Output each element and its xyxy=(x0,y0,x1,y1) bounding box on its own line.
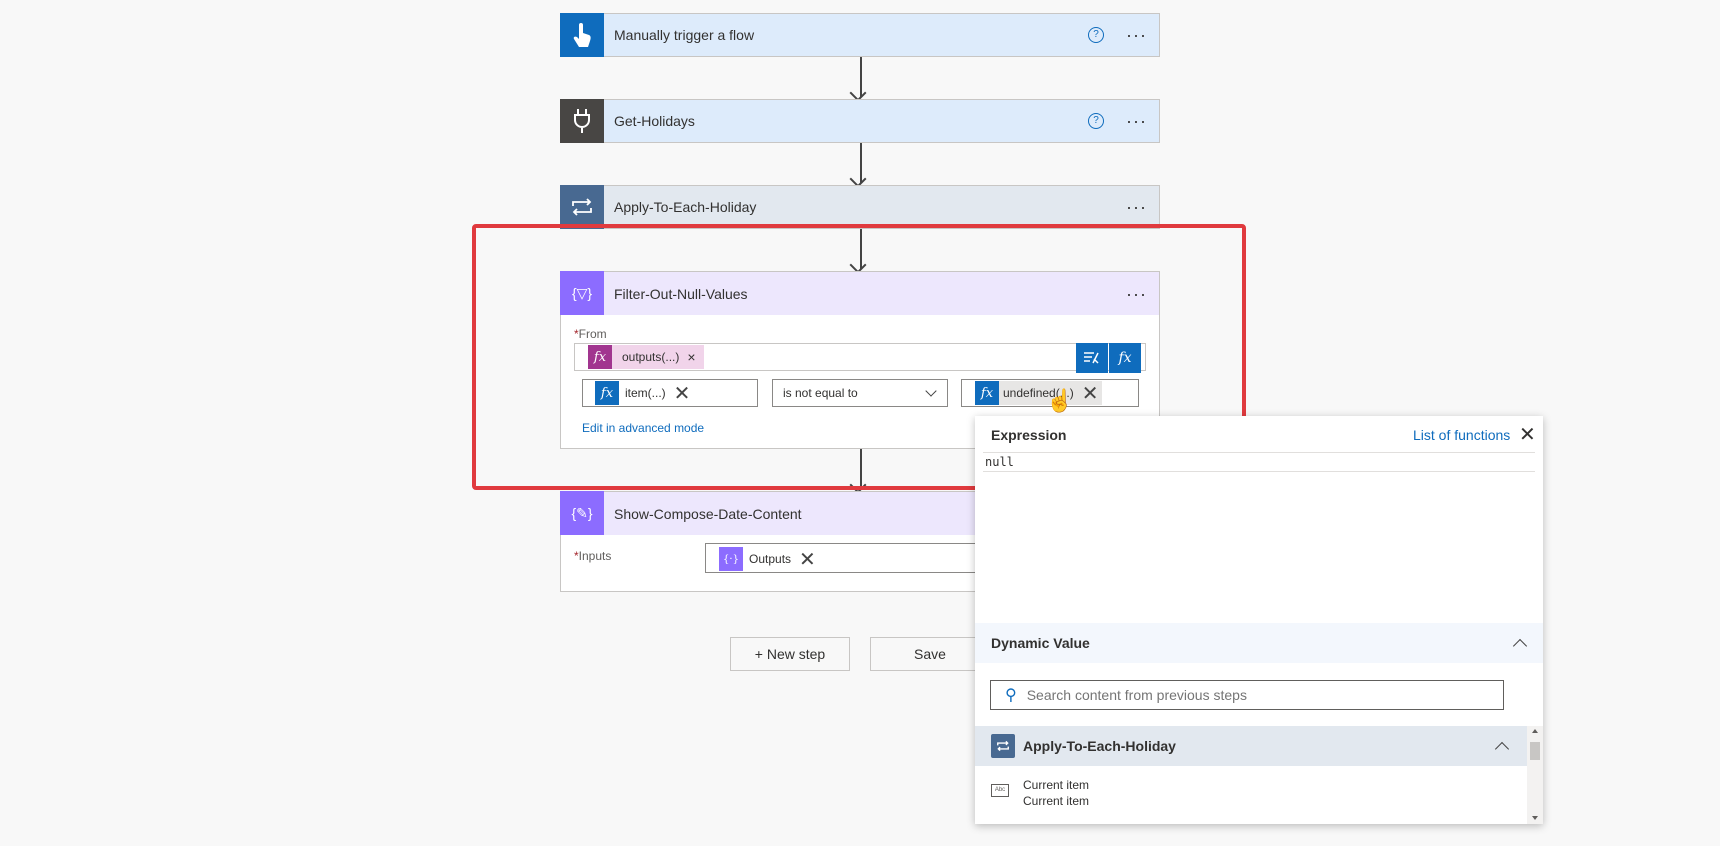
scrollbar[interactable] xyxy=(1527,726,1543,824)
touch-icon xyxy=(560,12,604,57)
step-title: Get-Holidays xyxy=(614,113,695,129)
expression-panel: Expression List of functions ✕ null Dyna… xyxy=(975,416,1543,824)
dynamic-value-header[interactable]: Dynamic Value xyxy=(975,623,1543,663)
help-icon[interactable]: ? xyxy=(1088,113,1105,129)
search-box[interactable]: ⚲ xyxy=(990,680,1504,710)
new-step-button[interactable]: + New step xyxy=(730,637,850,671)
save-button[interactable]: Save xyxy=(870,637,990,671)
inputs-label: *Inputs xyxy=(574,549,612,563)
chevron-up-icon xyxy=(1512,638,1528,654)
more-options-button[interactable]: ··· xyxy=(1126,26,1147,44)
search-icon: ⚲ xyxy=(1005,687,1017,704)
loop-icon xyxy=(560,184,604,229)
step-apply-to-each[interactable]: Apply-To-Each-Holiday ··· xyxy=(560,184,1160,229)
more-options-button[interactable]: ··· xyxy=(1126,198,1147,216)
outputs-token[interactable]: {·} Outputs ✕ xyxy=(719,547,816,571)
dynamic-item-current-item[interactable]: Abc Current item Current item xyxy=(975,772,1527,812)
loop-icon xyxy=(991,734,1015,758)
text-type-icon: Abc xyxy=(991,784,1009,797)
chevron-up-icon xyxy=(1494,741,1510,757)
more-options-button[interactable]: ··· xyxy=(1126,112,1147,130)
compose-icon: {·} xyxy=(719,547,743,571)
step-title: Apply-To-Each-Holiday xyxy=(614,199,757,215)
list-of-functions-link[interactable]: List of functions xyxy=(1413,427,1510,443)
plug-icon xyxy=(560,98,604,143)
compose-icon: {✎} xyxy=(560,491,604,535)
group-header-apply[interactable]: Apply-To-Each-Holiday xyxy=(975,726,1527,766)
remove-token-icon[interactable]: ✕ xyxy=(799,547,816,572)
search-input[interactable] xyxy=(1024,686,1469,704)
expression-input[interactable]: null xyxy=(983,452,1535,472)
help-icon[interactable]: ? xyxy=(1088,27,1105,43)
close-icon[interactable]: ✕ xyxy=(1519,422,1536,447)
step-manual-trigger[interactable]: Manually trigger a flow ? ··· xyxy=(560,12,1160,57)
step-get-holidays[interactable]: Get-Holidays ? ··· xyxy=(560,98,1160,143)
step-title: Manually trigger a flow xyxy=(614,27,755,43)
panel-title: Expression xyxy=(991,427,1067,443)
